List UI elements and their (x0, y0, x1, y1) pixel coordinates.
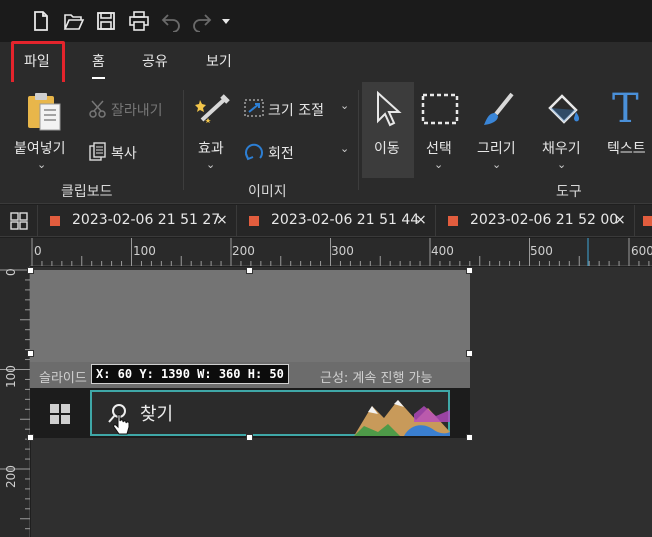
document-tab-title: 2023-02-06 21 52 00 (470, 212, 619, 228)
move-button-label[interactable]: 이동 (374, 138, 400, 158)
clipboard-group-label: 클립보드 (61, 184, 113, 200)
paste-icon (28, 93, 61, 131)
rotate-button[interactable]: 회전 (268, 143, 294, 163)
image-content[interactable]: 슬라이드 근성: 계속 진행 가능 찾기 (30, 270, 470, 438)
document-tab[interactable]: 2023-02-06 21 51 44 × (237, 205, 436, 237)
save-icon[interactable] (95, 10, 117, 32)
grid-icon (10, 212, 28, 230)
document-tab-title: 2023-02-06 21 51 27 (72, 212, 221, 228)
tab-overview-button[interactable] (0, 205, 38, 237)
draw-dropdown-icon[interactable]: ⌄ (492, 158, 501, 171)
paste-button[interactable]: 붙여넣기 (14, 138, 66, 158)
menu-tab-bar: 파일 홈 공유 보기 (0, 42, 652, 82)
search-placeholder: 찾기 (140, 404, 174, 425)
paint-bucket-icon (548, 94, 580, 124)
resize-handle[interactable] (246, 267, 253, 274)
magic-wand-icon (195, 94, 230, 123)
resize-button[interactable]: 크기 조절 (268, 100, 324, 120)
resize-handle[interactable] (27, 350, 34, 357)
ruler-label: 300 (331, 244, 354, 258)
select-button[interactable]: 선택 (426, 138, 452, 158)
resize-handle[interactable] (466, 434, 473, 441)
close-tab-icon[interactable]: × (216, 212, 228, 228)
close-tab-icon[interactable]: × (415, 212, 427, 228)
paste-dropdown-icon[interactable]: ⌄ (37, 158, 46, 171)
open-folder-icon[interactable] (63, 10, 85, 32)
group-divider (183, 90, 184, 190)
ruler-label: 0 (34, 244, 42, 258)
ribbon: 붙여넣기 ⌄ 잘라내기 복사 클립보드 효과 ⌄ 크기 조절 ⌄ 회전 ⌄ 이미… (0, 82, 652, 204)
ruler-label: 200 (232, 244, 255, 258)
redo-icon[interactable] (191, 10, 213, 33)
select-dropdown-icon[interactable]: ⌄ (434, 158, 443, 171)
search-box[interactable]: 찾기 (90, 390, 450, 436)
resize-handle[interactable] (27, 267, 34, 274)
text-tool-icon: T (612, 86, 639, 132)
hand-cursor-icon (113, 414, 130, 435)
document-tab[interactable]: 2023-02-06 21 52 00 × (436, 205, 635, 237)
tools-group-label: 도구 (556, 184, 582, 200)
resize-handle[interactable] (466, 267, 473, 274)
ruler-label: 100 (4, 365, 18, 388)
unsaved-indicator (643, 216, 652, 226)
tab-view[interactable]: 보기 (206, 51, 232, 71)
document-tab-bar: 2023-02-06 21 51 27 × 2023-02-06 21 51 4… (0, 205, 652, 237)
image-gray-region (30, 270, 470, 362)
marquee-select-icon (421, 93, 459, 125)
vertical-ruler-ticks (0, 269, 30, 530)
ruler-label: 100 (133, 244, 156, 258)
document-tab[interactable]: 2023-02-06 21 51 27 × (38, 205, 237, 237)
unsaved-indicator (50, 216, 60, 226)
ruler-label: 500 (530, 244, 553, 258)
text-button[interactable]: 텍스트 (607, 138, 646, 158)
copy-icon (89, 142, 106, 161)
vertical-ruler: 0 100 200 (0, 266, 30, 537)
ruler-label: 600 (631, 244, 652, 258)
resize-handle[interactable] (466, 350, 473, 357)
scissors-icon (89, 100, 106, 118)
windows-logo-icon (50, 404, 70, 424)
document-tab[interactable] (635, 205, 652, 237)
copy-button[interactable]: 복사 (111, 143, 137, 163)
ruler-label: 400 (431, 244, 454, 258)
customize-dropdown-icon[interactable] (220, 10, 232, 32)
close-tab-icon[interactable]: × (614, 212, 626, 228)
resize-icon (244, 99, 264, 117)
rotate-icon (245, 143, 263, 161)
draw-button[interactable]: 그리기 (477, 138, 516, 158)
horizontal-ruler: 0 100 200 300 400 500 600 (30, 238, 652, 266)
resize-handle[interactable] (246, 434, 253, 441)
file-tab-highlight (11, 41, 65, 85)
cut-button[interactable]: 잘라내기 (111, 100, 163, 120)
document-tab-title: 2023-02-06 21 51 44 (271, 212, 420, 228)
taskbar-region: 찾기 (30, 388, 470, 438)
effects-button[interactable]: 효과 (198, 138, 224, 158)
strip-text-right: 근성: 계속 진행 가능 (320, 371, 433, 386)
group-divider (358, 90, 359, 190)
fill-dropdown-icon[interactable]: ⌄ (557, 158, 566, 171)
ruler-corner (0, 238, 30, 266)
ruler-label: 0 (4, 268, 18, 276)
landscape-illustration-icon (354, 400, 450, 436)
selection-info-tooltip: X: 60 Y: 1390 W: 360 H: 50 (91, 364, 289, 384)
fill-button[interactable]: 채우기 (542, 138, 581, 158)
resize-handle[interactable] (27, 434, 34, 441)
pointer-icon (377, 90, 402, 127)
print-icon[interactable] (128, 10, 150, 32)
unsaved-indicator (448, 216, 458, 226)
quick-access-toolbar (0, 0, 652, 42)
strip-text-left: 슬라이드 (39, 371, 87, 386)
resize-dropdown-icon[interactable]: ⌄ (340, 99, 349, 112)
ruler-label: 200 (4, 465, 18, 488)
image-group-label: 이미지 (248, 184, 287, 200)
new-file-icon[interactable] (30, 10, 52, 32)
unsaved-indicator (249, 216, 259, 226)
rotate-dropdown-icon[interactable]: ⌄ (340, 142, 349, 155)
tab-home[interactable]: 홈 (92, 51, 105, 79)
tab-share[interactable]: 공유 (142, 51, 168, 71)
brush-icon (484, 92, 514, 125)
undo-icon[interactable] (160, 10, 182, 33)
effects-dropdown-icon[interactable]: ⌄ (206, 158, 215, 171)
